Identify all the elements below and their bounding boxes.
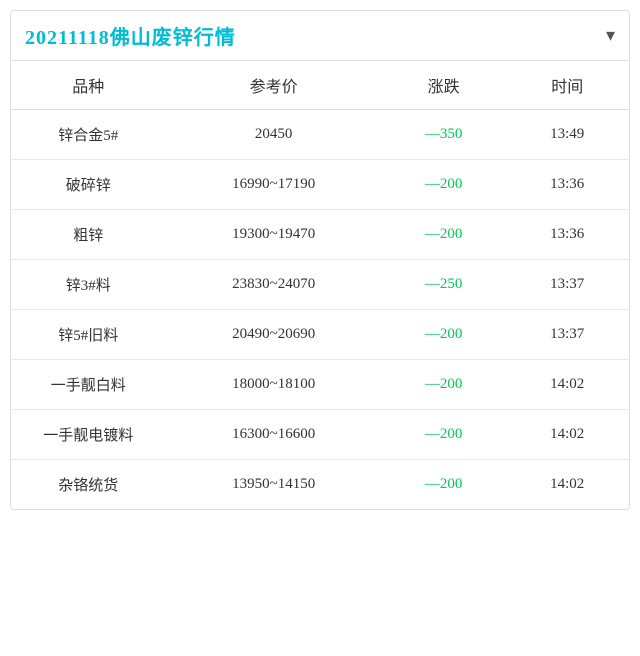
cell-name: 一手靓白料 xyxy=(11,360,166,410)
cell-change: —200 xyxy=(382,210,506,260)
cell-time: 13:37 xyxy=(505,310,629,360)
cell-change: —350 xyxy=(382,110,506,160)
market-table: 品种 参考价 涨跌 时间 锌合金5#20450—35013:49破碎锌16990… xyxy=(11,61,629,509)
table-row: 锌5#旧料20490~20690—20013:37 xyxy=(11,310,629,360)
cell-price: 18000~18100 xyxy=(166,360,382,410)
col-header-name: 品种 xyxy=(11,61,166,110)
cell-time: 14:02 xyxy=(505,360,629,410)
cell-change: —200 xyxy=(382,360,506,410)
cell-change: —200 xyxy=(382,310,506,360)
table-row: 一手靓白料18000~18100—20014:02 xyxy=(11,360,629,410)
cell-time: 13:37 xyxy=(505,260,629,310)
cell-price: 20450 xyxy=(166,110,382,160)
cell-price: 13950~14150 xyxy=(166,460,382,510)
cell-name: 锌合金5# xyxy=(11,110,166,160)
table-row: 杂铬统货13950~14150—20014:02 xyxy=(11,460,629,510)
card-header: 20211118佛山废锌行情 ▾ xyxy=(11,11,629,61)
cell-change: —200 xyxy=(382,160,506,210)
col-header-time: 时间 xyxy=(505,61,629,110)
card-title: 20211118佛山废锌行情 xyxy=(25,21,236,50)
cell-name: 锌5#旧料 xyxy=(11,310,166,360)
cell-price: 20490~20690 xyxy=(166,310,382,360)
cell-price: 23830~24070 xyxy=(166,260,382,310)
cell-time: 13:36 xyxy=(505,160,629,210)
col-header-change: 涨跌 xyxy=(382,61,506,110)
cell-price: 16990~17190 xyxy=(166,160,382,210)
cell-price: 16300~16600 xyxy=(166,410,382,460)
cell-time: 14:02 xyxy=(505,410,629,460)
cell-time: 13:36 xyxy=(505,210,629,260)
cell-price: 19300~19470 xyxy=(166,210,382,260)
cell-name: 锌3#料 xyxy=(11,260,166,310)
cell-change: —200 xyxy=(382,460,506,510)
table-row: 粗锌19300~19470—20013:36 xyxy=(11,210,629,260)
cell-name: 杂铬统货 xyxy=(11,460,166,510)
cell-name: 破碎锌 xyxy=(11,160,166,210)
cell-time: 13:49 xyxy=(505,110,629,160)
cell-change: —200 xyxy=(382,410,506,460)
cell-name: 粗锌 xyxy=(11,210,166,260)
col-header-price: 参考价 xyxy=(166,61,382,110)
cell-name: 一手靓电镀料 xyxy=(11,410,166,460)
table-row: 锌合金5#20450—35013:49 xyxy=(11,110,629,160)
table-body: 锌合金5#20450—35013:49破碎锌16990~17190—20013:… xyxy=(11,110,629,510)
chevron-down-icon[interactable]: ▾ xyxy=(606,25,615,46)
table-row: 锌3#料23830~24070—25013:37 xyxy=(11,260,629,310)
market-card: 20211118佛山废锌行情 ▾ 品种 参考价 涨跌 时间 锌合金5#20450… xyxy=(10,10,630,510)
table-row: 破碎锌16990~17190—20013:36 xyxy=(11,160,629,210)
table-header: 品种 参考价 涨跌 时间 xyxy=(11,61,629,110)
cell-time: 14:02 xyxy=(505,460,629,510)
table-row: 一手靓电镀料16300~16600—20014:02 xyxy=(11,410,629,460)
cell-change: —250 xyxy=(382,260,506,310)
